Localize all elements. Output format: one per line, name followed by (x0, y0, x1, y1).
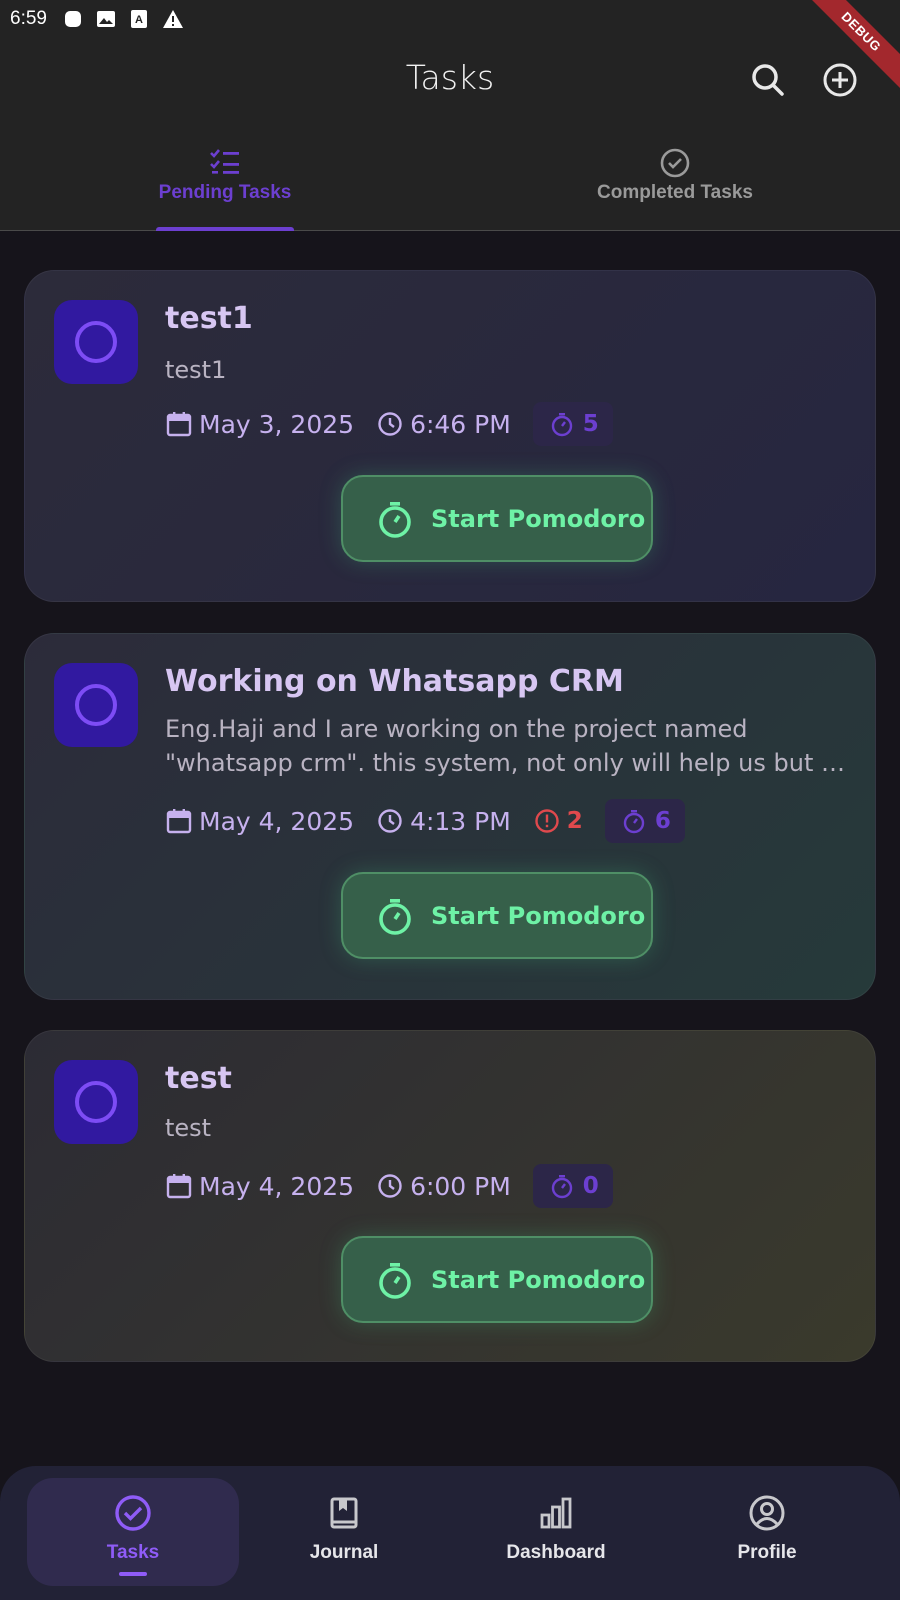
task-title: Working on Whatsapp CRM (165, 664, 624, 699)
pomodoro-count: 0 (582, 1173, 599, 1199)
book-icon (330, 1497, 358, 1529)
tab-label: Completed Tasks (597, 182, 753, 203)
timer-icon (623, 810, 645, 834)
timer-icon (551, 1175, 572, 1199)
task-title: test1 (165, 301, 253, 336)
pomodoro-count-badge: 6 (604, 799, 685, 843)
task-description: test1 (165, 356, 227, 384)
pomodoro-count-badge: 0 (532, 1164, 613, 1208)
task-tabs: Pending Tasks Completed Tasks (0, 138, 900, 231)
task-time: 6:00 PM (376, 1172, 511, 1201)
task-card[interactable]: Working on Whatsapp CRM Eng.Haji and I a… (24, 633, 876, 1000)
account-circle-icon (749, 1495, 785, 1531)
start-pomodoro-label: Start Pomodoro (431, 504, 646, 533)
check-circle-icon (115, 1495, 151, 1531)
start-pomodoro-label: Start Pomodoro (431, 1265, 646, 1294)
task-card[interactable]: test test May 4, 2025 6:00 PM 0 Start Po… (24, 1030, 876, 1362)
calendar-icon (166, 809, 192, 834)
status-bar: 6:59 A DEBUG (0, 0, 900, 101)
task-meta: May 3, 2025 6:46 PM 5 (165, 402, 627, 446)
status-time: 6:59 (10, 8, 47, 29)
start-pomodoro-button[interactable]: Start Pomodoro (341, 872, 653, 959)
pomodoro-count: 5 (582, 411, 599, 437)
tab-pending-tasks[interactable]: Pending Tasks (0, 138, 450, 231)
svg-text:A: A (135, 14, 143, 26)
tab-completed-tasks[interactable]: Completed Tasks (450, 138, 900, 231)
task-meta: May 4, 2025 6:00 PM 0 (165, 1164, 627, 1208)
date-text: May 3, 2025 (199, 409, 355, 439)
pomodoro-count-badge: 5 (532, 402, 613, 446)
warning-icon (162, 9, 183, 29)
nav-dashboard[interactable]: Dashboard (450, 1478, 662, 1586)
clock-icon (378, 809, 402, 833)
start-pomodoro-label: Start Pomodoro (431, 901, 646, 930)
task-title: test (165, 1061, 232, 1096)
timer-icon (379, 501, 411, 538)
task-meta: May 4, 2025 4:13 PM 2 6 (165, 799, 699, 843)
time-text: 6:46 PM (410, 409, 511, 439)
nav-label: Journal (309, 1542, 379, 1563)
date-text: May 4, 2025 (199, 1171, 355, 1201)
time-text: 4:13 PM (410, 806, 511, 836)
task-card[interactable]: test1 test1 May 3, 2025 6:46 PM 5 Start … (24, 270, 876, 602)
complete-task-checkbox[interactable] (54, 300, 138, 384)
time-text: 6:00 PM (410, 1171, 511, 1201)
font-notification-icon: A (129, 9, 149, 29)
add-circle-icon (823, 63, 857, 97)
checklist-icon (210, 149, 239, 174)
bar-chart-icon (540, 1497, 572, 1529)
nav-journal[interactable]: Journal (238, 1478, 450, 1586)
date-text: May 4, 2025 (199, 806, 355, 836)
active-tab-indicator (156, 227, 294, 231)
timer-icon (379, 898, 411, 935)
task-time: 4:13 PM (376, 807, 511, 836)
circle-outline-icon (75, 684, 117, 726)
nav-profile[interactable]: Profile (661, 1478, 873, 1586)
overdue-badge: 2 (533, 807, 583, 835)
start-pomodoro-button[interactable]: Start Pomodoro (341, 475, 653, 562)
nav-label: Dashboard (506, 1542, 606, 1563)
search-icon (752, 64, 784, 96)
alert-circle-icon (535, 809, 559, 833)
timer-icon (551, 413, 572, 437)
pomodoro-count: 6 (654, 808, 671, 834)
start-pomodoro-button[interactable]: Start Pomodoro (341, 1236, 653, 1323)
overdue-count: 2 (566, 808, 583, 834)
clock-icon (378, 1174, 402, 1198)
bottom-navigation: Tasks Journal Dashboard Profile (0, 1466, 900, 1600)
calendar-icon (166, 1174, 192, 1199)
nav-label: Profile (737, 1542, 797, 1563)
image-notification-icon (96, 9, 116, 29)
tab-label: Pending Tasks (158, 182, 292, 203)
complete-task-checkbox[interactable] (54, 1060, 138, 1144)
clock-icon (378, 412, 402, 436)
circle-outline-icon (75, 321, 117, 363)
circle-outline-icon (75, 1081, 117, 1123)
active-nav-indicator (119, 1572, 147, 1576)
task-description: test (165, 1114, 212, 1142)
task-date: May 4, 2025 (165, 807, 354, 836)
check-circle-icon (660, 148, 690, 178)
nav-tasks[interactable]: Tasks (27, 1478, 239, 1586)
timer-icon (379, 1262, 411, 1299)
add-task-button[interactable] (820, 60, 860, 100)
task-date: May 3, 2025 (165, 410, 354, 439)
notification-app-icon (63, 9, 83, 29)
task-date: May 4, 2025 (165, 1172, 354, 1201)
calendar-icon (166, 412, 192, 437)
nav-label: Tasks (106, 1542, 160, 1563)
search-button[interactable] (748, 60, 788, 100)
task-time: 6:46 PM (376, 410, 511, 439)
complete-task-checkbox[interactable] (54, 663, 138, 747)
task-description: Eng.Haji and I are working on the projec… (165, 715, 845, 777)
